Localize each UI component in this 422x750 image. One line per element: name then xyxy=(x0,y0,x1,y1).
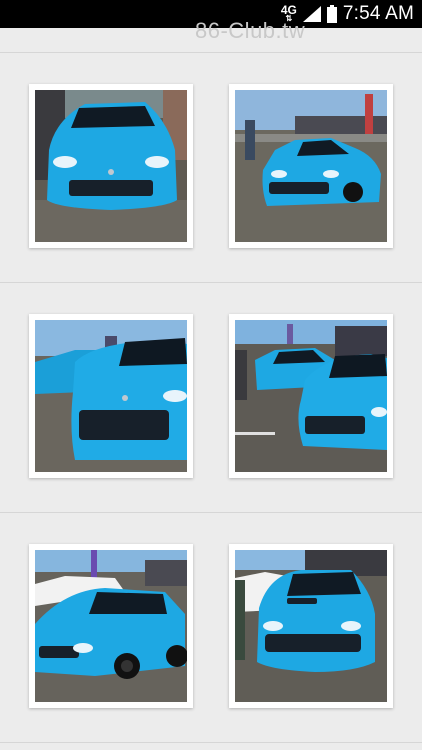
clock: 7:54 AM xyxy=(342,3,414,24)
car-photo xyxy=(235,90,387,242)
photo-thumbnail[interactable] xyxy=(29,84,193,248)
divider xyxy=(0,512,422,513)
signal-icon xyxy=(302,6,321,22)
photo-thumbnail[interactable] xyxy=(229,544,393,708)
gallery-page: 86-Club.tw xyxy=(0,18,422,750)
photo-thumbnail[interactable] xyxy=(229,84,393,248)
photo-thumbnail[interactable] xyxy=(29,544,193,708)
photo-thumbnail[interactable] xyxy=(229,314,393,478)
watermark: 86-Club.tw xyxy=(195,18,306,43)
divider xyxy=(0,282,422,283)
car-photo xyxy=(35,320,187,472)
photo-thumbnail[interactable] xyxy=(29,314,193,478)
divider xyxy=(0,52,422,53)
car-photo xyxy=(235,320,387,472)
car-photo xyxy=(35,550,187,702)
car-photo xyxy=(235,550,387,702)
battery-icon xyxy=(326,5,337,23)
divider xyxy=(0,742,422,743)
car-photo xyxy=(35,90,187,242)
